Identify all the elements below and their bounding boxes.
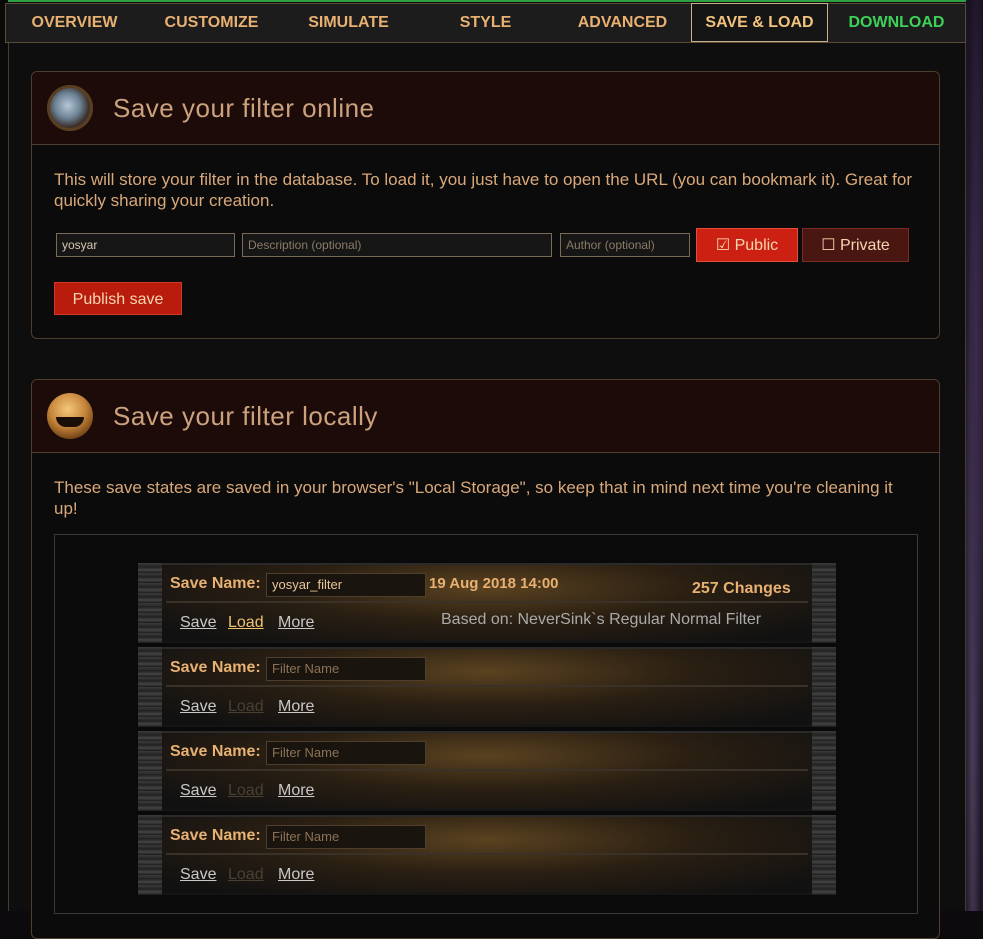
slot-pillar-left: [138, 815, 162, 895]
main-content: Save your filter online This will store …: [8, 43, 966, 939]
chaos-orb-icon: [47, 85, 93, 131]
load-link-disabled: Load: [228, 782, 264, 799]
private-toggle-button[interactable]: ☐ Private: [802, 228, 909, 262]
load-link-disabled: Load: [228, 866, 264, 883]
slot-pillar-left: [138, 731, 162, 811]
tab-simulate[interactable]: SIMULATE: [280, 4, 417, 42]
save-date: 19 Aug 2018 14:00: [429, 575, 559, 592]
public-toggle-button[interactable]: ☑ Public: [696, 228, 798, 262]
slot-pillar-left: [138, 563, 162, 643]
description-input[interactable]: Description (optional): [242, 233, 552, 257]
tab-style[interactable]: STYLE: [417, 4, 554, 42]
slot-pillar-right: [812, 647, 836, 727]
filter-name-input[interactable]: yosyar: [56, 233, 235, 257]
tab-advanced[interactable]: ADVANCED: [554, 4, 691, 42]
tab-customize[interactable]: CUSTOMIZE: [143, 4, 280, 42]
more-link[interactable]: More: [278, 698, 314, 716]
tab-download[interactable]: DOWNLOAD: [828, 4, 965, 42]
load-link-disabled: Load: [228, 698, 264, 715]
save-name-input[interactable]: Filter Name: [266, 825, 426, 849]
save-local-description: These save states are saved in your brow…: [54, 478, 893, 518]
based-on-text: Based on: NeverSink`s Regular Normal Fil…: [441, 611, 762, 628]
save-slot: Save Name: yosyar_filter 19 Aug 2018 14:…: [138, 563, 836, 643]
changes-count: 257 Changes: [692, 580, 791, 597]
save-name-label: Save Name:: [170, 827, 261, 844]
author-input[interactable]: Author (optional): [560, 233, 690, 257]
left-background: [0, 0, 8, 911]
save-link[interactable]: Save: [180, 614, 216, 632]
slot-divider: [166, 769, 808, 771]
save-name-label: Save Name:: [170, 743, 261, 760]
save-name-input[interactable]: Filter Name: [266, 741, 426, 765]
more-link[interactable]: More: [278, 614, 314, 632]
slot-pillar-left: [138, 647, 162, 727]
slot-divider: [166, 853, 808, 855]
save-link[interactable]: Save: [180, 866, 216, 884]
load-link[interactable]: Load: [228, 614, 264, 632]
slot-body: Save Name: Filter Name Save Load More: [162, 733, 812, 809]
save-link[interactable]: Save: [180, 698, 216, 716]
save-name-input[interactable]: yosyar_filter: [266, 573, 426, 597]
save-local-header: Save your filter locally: [32, 380, 939, 453]
tab-overview[interactable]: OVERVIEW: [6, 4, 143, 42]
slot-body: Save Name: Filter Name Save Load More: [162, 817, 812, 893]
save-slot: Save Name: Filter Name Save Load More: [138, 647, 836, 727]
save-local-panel: Save your filter locally These save stat…: [31, 379, 940, 939]
save-slot: Save Name: Filter Name Save Load More: [138, 731, 836, 811]
save-name-label: Save Name:: [170, 575, 261, 592]
more-link[interactable]: More: [278, 782, 314, 800]
publish-save-button[interactable]: Publish save: [54, 282, 182, 315]
slot-body: Save Name: Filter Name Save Load More: [162, 649, 812, 725]
main-tab-bar: OVERVIEW CUSTOMIZE SIMULATE STYLE ADVANC…: [5, 3, 966, 43]
save-name-input[interactable]: Filter Name: [266, 657, 426, 681]
save-link[interactable]: Save: [180, 782, 216, 800]
tab-save-load[interactable]: SAVE & LOAD: [691, 3, 828, 42]
slot-divider: [166, 685, 808, 687]
save-slot: Save Name: Filter Name Save Load More: [138, 815, 836, 895]
slot-body: Save Name: yosyar_filter 19 Aug 2018 14:…: [162, 565, 812, 641]
save-online-description: This will store your filter in the datab…: [54, 170, 912, 210]
local-saves-list: Save Name: yosyar_filter 19 Aug 2018 14:…: [54, 534, 918, 914]
save-local-title: Save your filter locally: [113, 401, 378, 431]
save-online-panel: Save your filter online This will store …: [31, 71, 940, 339]
slot-pillar-right: [812, 563, 836, 643]
top-accent-line: [0, 0, 983, 2]
slot-pillar-right: [812, 731, 836, 811]
slot-divider: [166, 601, 808, 603]
save-online-title: Save your filter online: [113, 93, 375, 123]
slot-pillar-right: [812, 815, 836, 895]
save-name-label: Save Name:: [170, 659, 261, 676]
helmet-icon: [47, 393, 93, 439]
right-background-art: [966, 0, 983, 911]
save-online-header: Save your filter online: [32, 72, 939, 145]
more-link[interactable]: More: [278, 866, 314, 884]
